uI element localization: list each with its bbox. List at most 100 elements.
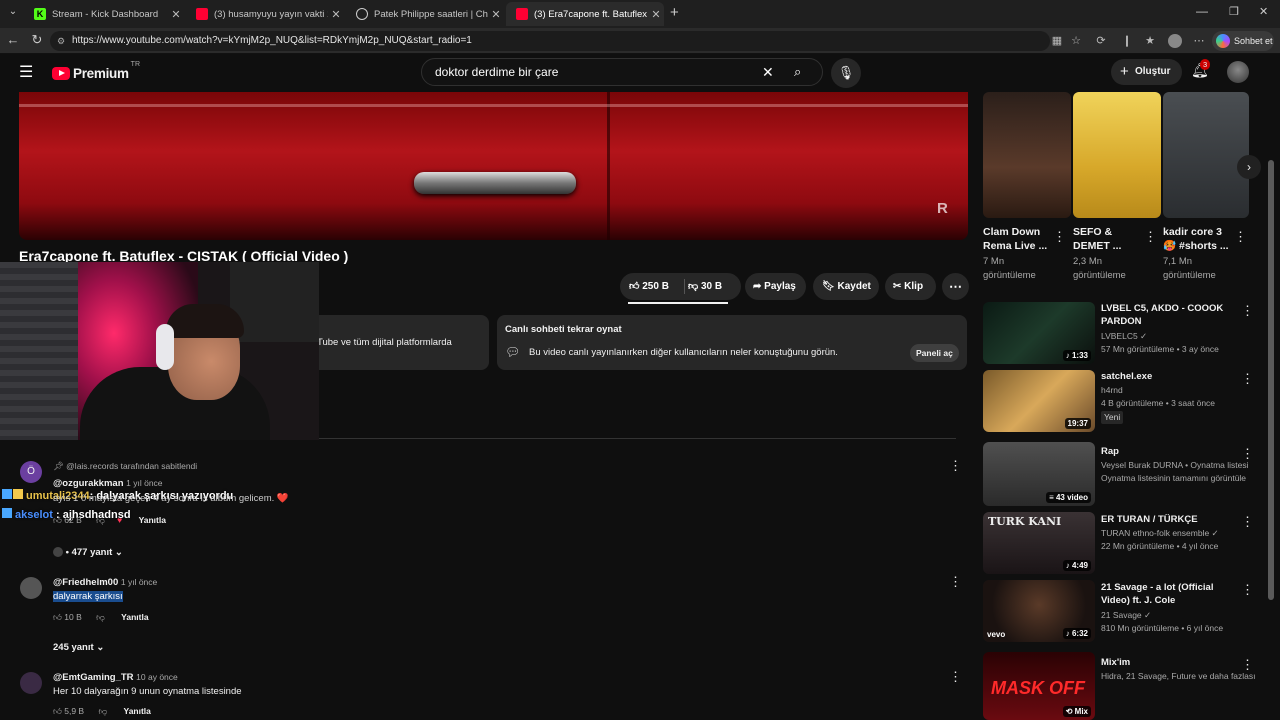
save-button[interactable]: 🔖︎ Kaydet: [813, 273, 879, 300]
copilot-button[interactable]: Sohbet et: [1212, 31, 1274, 51]
profile-avatar-icon[interactable]: [1168, 34, 1182, 48]
share-button[interactable]: ➦ Paylaş: [745, 273, 806, 300]
view-full-playlist-link[interactable]: Oynatma listesinin tamamını görüntüle: [1101, 472, 1246, 485]
short-thumbnail[interactable]: [1163, 92, 1249, 218]
notifications-bell-icon[interactable]: 🔔︎ 3: [1191, 59, 1211, 79]
tab-youtube-stream[interactable]: (3) husamyuyu yayın vakti 14 - Yo ✕: [186, 2, 344, 26]
url-field[interactable]: ⚙ https://www.youtube.com/watch?v=kYmjM2…: [50, 31, 1050, 51]
like-button[interactable]: 👍︎ 250 B: [620, 273, 684, 300]
short-title[interactable]: Clam Down Rema Live ...: [983, 225, 1061, 253]
reload-icon[interactable]: ↻: [28, 32, 46, 48]
reader-icon[interactable]: ▦: [1050, 34, 1064, 48]
video-menu-icon[interactable]: ⋮: [1241, 446, 1254, 462]
close-window-icon[interactable]: ✕: [1259, 5, 1268, 18]
tab-list-icon[interactable]: ⌄: [6, 6, 20, 20]
restore-icon[interactable]: ❐: [1229, 5, 1239, 18]
video-thumbnail[interactable]: vevo ♪ 6:32: [983, 580, 1095, 642]
video-menu-icon[interactable]: ⋮: [1241, 657, 1254, 673]
minimize-icon[interactable]: —: [1196, 4, 1208, 18]
tab-kick[interactable]: K Stream - Kick Dashboard ✕: [24, 2, 184, 26]
comment-avatar[interactable]: [20, 672, 42, 694]
like-comment-button[interactable]: 👍︎ 10 B: [53, 612, 82, 622]
favorites-icon[interactable]: ★: [1143, 34, 1157, 48]
new-tab-icon[interactable]: +: [670, 4, 679, 21]
dislike-comment-button[interactable]: 👎︎: [98, 706, 107, 716]
video-menu-icon[interactable]: ⋮: [1241, 582, 1254, 598]
short-menu-icon[interactable]: ⋮: [1234, 229, 1247, 245]
short-menu-icon[interactable]: ⋮: [1144, 229, 1157, 245]
replies-toggle[interactable]: • 477 yanıt ⌄: [53, 547, 123, 558]
clear-search-icon[interactable]: ✕: [762, 59, 774, 85]
video-menu-icon[interactable]: ⋮: [1241, 514, 1254, 530]
comment-menu-icon[interactable]: ⋮: [949, 458, 962, 474]
shorts-next-button[interactable]: ›: [1237, 155, 1261, 179]
channel-name[interactable]: h4rnd: [1101, 384, 1123, 397]
dislike-comment-button[interactable]: 👎︎: [96, 612, 105, 622]
reply-button[interactable]: Yanıtla: [121, 612, 148, 622]
video-title[interactable]: LVBEL C5, AKDO - COOOK PARDON: [1101, 302, 1241, 328]
short-thumbnail[interactable]: [1073, 92, 1161, 218]
comment-time[interactable]: 1 yıl önce: [126, 478, 162, 488]
search-input[interactable]: doktor derdime bir çare ✕ ⌕: [421, 58, 823, 86]
video-menu-icon[interactable]: ⋮: [1241, 371, 1254, 387]
account-avatar[interactable]: [1227, 61, 1249, 83]
more-actions-button[interactable]: ⋯: [942, 273, 969, 300]
back-icon[interactable]: ←: [4, 32, 22, 47]
open-panel-button[interactable]: Paneli aç: [910, 344, 959, 362]
replies-toggle[interactable]: 245 yanıt ⌄: [53, 642, 104, 653]
favorite-star-icon[interactable]: ☆: [1069, 34, 1083, 48]
channel-name[interactable]: 21 Savage ✓: [1101, 609, 1151, 622]
clip-button[interactable]: ✂ Klip: [885, 273, 936, 300]
mix-title[interactable]: Mix'im: [1101, 656, 1241, 669]
short-title[interactable]: SEFO & DEMET ...: [1073, 225, 1143, 253]
create-button[interactable]: + Oluştur: [1111, 59, 1182, 85]
split-screen-icon[interactable]: ❙: [1120, 34, 1134, 48]
comment-menu-icon[interactable]: ⋮: [949, 574, 962, 590]
comment-author[interactable]: @EmtGaming_TR: [53, 672, 134, 683]
video-title[interactable]: satchel.exe: [1101, 370, 1241, 383]
reply-button[interactable]: Yanıtla: [139, 515, 166, 525]
site-info-icon[interactable]: ⚙: [57, 31, 65, 51]
mix-thumbnail[interactable]: MASK OFF ⟲ Mix: [983, 652, 1095, 720]
comment-time[interactable]: 1 yıl önce: [121, 577, 157, 587]
close-tab-icon[interactable]: ✕: [648, 8, 664, 21]
youtube-premium-logo[interactable]: Premium TR: [52, 61, 140, 82]
like-comment-button[interactable]: 👍︎ 5,9 B: [53, 706, 84, 716]
channel-name[interactable]: Veysel Burak DURNA • Oynatma listesi: [1101, 459, 1249, 472]
channel-name[interactable]: TURAN ethno-folk ensemble ✓: [1101, 527, 1219, 540]
close-tab-icon[interactable]: ✕: [168, 8, 184, 21]
video-title[interactable]: 21 Savage - a lot (Official Video) ft. J…: [1101, 581, 1241, 607]
short-thumbnail[interactable]: [983, 92, 1071, 218]
video-title[interactable]: ER TURAN / TÜRKÇE: [1101, 513, 1241, 526]
extensions-icon[interactable]: ⟳: [1094, 34, 1108, 48]
video-thumbnail[interactable]: 19:37: [983, 370, 1095, 432]
page-scrollbar[interactable]: [1268, 160, 1274, 600]
close-tab-icon[interactable]: ✕: [328, 8, 344, 21]
short-menu-icon[interactable]: ⋮: [1053, 229, 1066, 245]
dislike-button[interactable]: 👎︎ 30 B: [688, 273, 722, 300]
dislike-comment-button[interactable]: 👎︎: [96, 515, 105, 525]
short-title[interactable]: kadir core 3 🥵 #shorts ...: [1163, 225, 1233, 253]
comment-avatar[interactable]: [20, 577, 42, 599]
video-thumbnail[interactable]: TURK KANI ♪ 4:49: [983, 512, 1095, 574]
comment-author[interactable]: @Friedhelm00: [53, 577, 118, 588]
video-thumbnail[interactable]: ♪ 1:33: [983, 302, 1095, 364]
playlist-thumbnail[interactable]: ≡ 43 video: [983, 442, 1095, 506]
tab-youtube-active[interactable]: (3) Era7capone ft. Batuflex - CISTA ✕: [506, 2, 664, 26]
video-menu-icon[interactable]: ⋮: [1241, 303, 1254, 319]
video-player[interactable]: R: [19, 92, 968, 240]
comment-time[interactable]: 10 ay önce: [136, 672, 178, 682]
reply-button[interactable]: Yanıtla: [124, 706, 151, 716]
comment-avatar[interactable]: Ö: [20, 461, 42, 483]
like-comment-button[interactable]: 👍︎ 62 B: [53, 515, 82, 525]
hamburger-menu-icon[interactable]: ☰: [19, 62, 35, 82]
comment-author[interactable]: @ozgurakkman: [53, 478, 124, 489]
channel-name[interactable]: LVBELC5 ✓: [1101, 330, 1147, 343]
comment-menu-icon[interactable]: ⋮: [949, 669, 962, 685]
search-icon[interactable]: ⌕: [794, 59, 801, 85]
playlist-title[interactable]: Rap: [1101, 445, 1241, 458]
tab-chrono24[interactable]: Patek Philippe saatleri | Chrono24 ✕: [346, 2, 504, 26]
close-tab-icon[interactable]: ✕: [488, 8, 504, 21]
microphone-icon[interactable]: 🎙: [831, 58, 861, 88]
more-menu-icon[interactable]: ⋯: [1192, 34, 1206, 48]
